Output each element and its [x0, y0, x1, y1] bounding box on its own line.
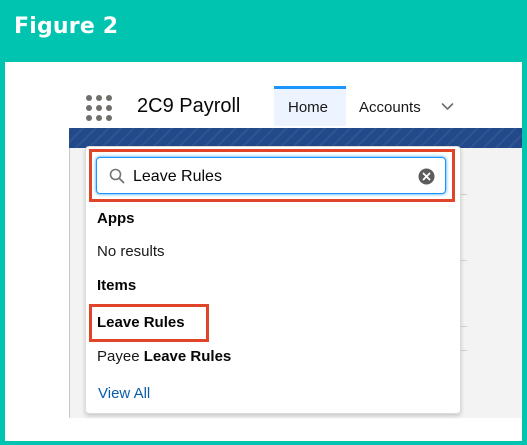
page-header-band — [69, 128, 522, 148]
tab-accounts[interactable]: Accounts — [359, 99, 421, 116]
background-line — [461, 350, 467, 351]
background-line — [461, 260, 467, 261]
background-line — [461, 326, 467, 327]
search-highlight-box — [89, 149, 455, 202]
result-match: Leave Rules — [143, 348, 232, 365]
result-prefix: Payee — [97, 348, 144, 365]
figure-header: Figure 2 — [0, 0, 527, 62]
apps-no-results: No results — [97, 243, 165, 260]
figure-title: Figure 2 — [14, 14, 119, 39]
result-highlight-box — [89, 304, 209, 342]
background-line — [461, 194, 467, 195]
section-label-items: Items — [97, 277, 137, 294]
section-label-apps: Apps — [97, 210, 135, 227]
view-all-link[interactable]: View All — [98, 385, 150, 402]
app-launcher-icon[interactable] — [86, 95, 112, 121]
screenshot-frame: 2C9 Payroll Home Accounts Apps No result… — [5, 62, 522, 441]
app-name: 2C9 Payroll — [137, 95, 241, 117]
result-item-payee-leave-rules[interactable]: Payee Leave Rules — [97, 348, 231, 365]
page-divider — [69, 148, 70, 418]
chevron-down-icon[interactable] — [441, 100, 454, 113]
tab-home-label[interactable]: Home — [288, 99, 328, 116]
